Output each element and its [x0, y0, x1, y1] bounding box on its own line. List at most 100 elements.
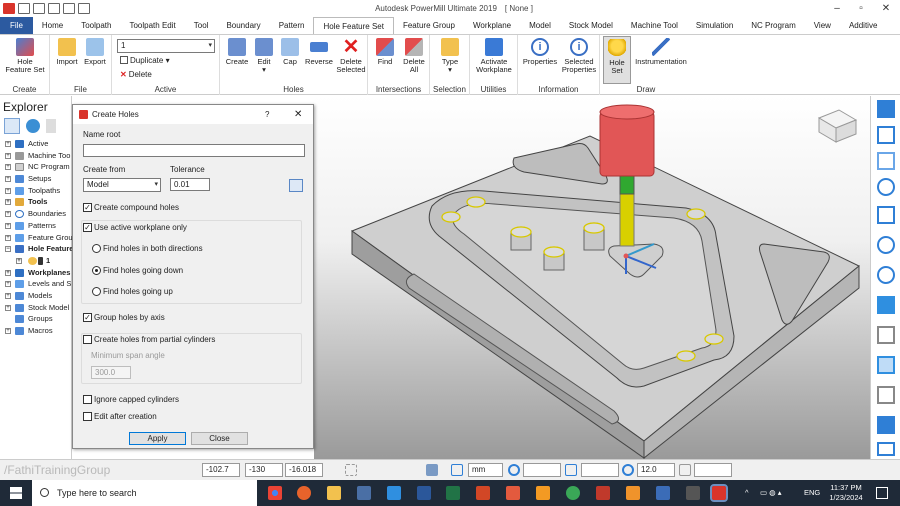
tree-item-workplanes[interactable]: + Workplanes	[0, 267, 71, 279]
notifications-icon[interactable]	[876, 487, 888, 499]
part-model-svg[interactable]	[314, 96, 870, 460]
select-icon[interactable]	[877, 416, 895, 434]
expand-icon[interactable]: +	[5, 281, 11, 288]
hole-set-draw-button[interactable]: Hole Set	[603, 36, 631, 84]
draw-lines-icon[interactable]	[877, 386, 895, 404]
tab-additive[interactable]: Additive	[840, 17, 886, 34]
tray-chevron-icon[interactable]: ^	[745, 480, 749, 506]
translucent-view-icon[interactable]	[877, 356, 895, 374]
z-coordinate-field[interactable]: -16.018	[285, 463, 323, 477]
snap-icon[interactable]	[345, 464, 357, 476]
document-icon[interactable]	[46, 119, 56, 133]
tab-feature-group[interactable]: Feature Group	[394, 17, 464, 34]
create-holes-button[interactable]: Create	[224, 38, 250, 66]
tab-machine-tool[interactable]: Machine Tool	[622, 17, 687, 34]
app-icon-7[interactable]	[656, 486, 670, 500]
delete-all-intersections-button[interactable]: Delete All	[400, 38, 428, 74]
create-compound-checkbox[interactable]: ✓	[83, 203, 92, 212]
view-from-top-icon[interactable]	[877, 100, 895, 118]
find-intersections-button[interactable]: Find	[372, 38, 398, 66]
expand-icon[interactable]: +	[5, 199, 11, 206]
file-explorer-icon[interactable]	[327, 486, 341, 500]
min-span-input[interactable]: 300.0	[91, 366, 131, 379]
tree-item-machine-tool[interactable]: + Machine Too	[0, 150, 71, 162]
edit-after-checkbox[interactable]	[83, 412, 92, 421]
apply-button[interactable]: Apply	[129, 432, 186, 445]
import-button[interactable]: Import	[54, 38, 80, 66]
group-by-axis-checkbox[interactable]: ✓	[83, 313, 92, 322]
tab-boundary[interactable]: Boundary	[217, 17, 269, 34]
create-from-select[interactable]: Model ▾	[83, 178, 161, 192]
x-coordinate-field[interactable]: -102.7	[202, 463, 240, 477]
tab-simulation[interactable]: Simulation	[687, 17, 742, 34]
firefox-icon[interactable]	[297, 486, 311, 500]
tree-item-setups[interactable]: + Setups	[0, 173, 71, 185]
radio-going-down[interactable]	[92, 266, 101, 275]
expand-icon[interactable]: +	[5, 234, 11, 241]
zoom-in-icon[interactable]	[877, 236, 895, 254]
instrumentation-button[interactable]: Instrumentation	[634, 38, 688, 66]
tree-item-levels[interactable]: + Levels and S	[0, 278, 71, 290]
chrome-icon[interactable]	[268, 486, 282, 500]
close-window-icon[interactable]: ✕	[875, 0, 897, 17]
tray-icons[interactable]: ▭ ◍ ▴	[760, 480, 800, 506]
calculator-icon[interactable]	[426, 464, 438, 476]
grid-icon[interactable]	[451, 464, 463, 476]
expand-icon[interactable]: +	[5, 292, 11, 299]
settings-gear-icon[interactable]	[289, 179, 303, 192]
tree-item-stock-models[interactable]: + Stock Model	[0, 302, 71, 314]
expand-icon[interactable]: +	[5, 187, 11, 194]
expand-icon[interactable]: +	[5, 269, 11, 276]
tree-item-feature-groups[interactable]: + Feature Grou	[0, 232, 73, 244]
tab-hole-feature-set[interactable]: Hole Feature Set	[313, 17, 394, 34]
tree-item-patterns[interactable]: + Patterns	[0, 220, 71, 232]
expand-icon[interactable]: +	[5, 328, 11, 334]
activate-workplane-button[interactable]: Activate Workplane	[473, 38, 515, 74]
close-dialog-icon[interactable]: ✕	[294, 105, 302, 124]
shaded-view-icon[interactable]	[877, 296, 895, 314]
minimize-icon[interactable]: –	[826, 0, 848, 17]
expand-icon[interactable]: +	[5, 152, 11, 159]
radio-going-up[interactable]	[92, 287, 101, 296]
expand-icon[interactable]: +	[5, 141, 11, 147]
crosshair-icon[interactable]	[508, 464, 520, 476]
tab-toolpath-edit[interactable]: Toolpath Edit	[120, 17, 184, 34]
duplicate-button[interactable]: Duplicate ▾	[120, 56, 170, 65]
selected-properties-button[interactable]: i Selected Properties	[560, 38, 598, 74]
powermill-taskbar-icon[interactable]	[710, 484, 728, 502]
name-root-input[interactable]	[83, 144, 305, 157]
refresh-view-icon[interactable]	[877, 206, 895, 224]
tree-item-groups[interactable]: Groups	[0, 313, 71, 325]
app-icon-6[interactable]	[626, 486, 640, 500]
globe-icon[interactable]	[26, 119, 40, 133]
expand-icon[interactable]: +	[5, 211, 11, 218]
reverse-button[interactable]: Reverse	[304, 38, 334, 66]
tab-home[interactable]: Home	[33, 17, 72, 34]
delete-selected-button[interactable]: ✕ Delete Selected	[336, 37, 366, 74]
pan-icon[interactable]	[877, 442, 895, 456]
tree-item-holeset-1[interactable]: +1	[0, 255, 71, 267]
excel-icon[interactable]	[446, 486, 460, 500]
app-icon-5[interactable]	[566, 486, 580, 500]
windows-start-icon[interactable]	[10, 487, 22, 499]
wireframe-view-icon[interactable]	[877, 326, 895, 344]
diameter-field[interactable]: 12.0	[637, 463, 675, 477]
word-icon[interactable]	[417, 486, 431, 500]
filezilla-icon[interactable]	[596, 486, 610, 500]
app-icon[interactable]	[357, 486, 371, 500]
type-selection-button[interactable]: Type ▾	[436, 38, 464, 74]
expand-icon[interactable]: +	[16, 257, 22, 264]
powerpoint-icon[interactable]	[476, 486, 490, 500]
tree-item-active[interactable]: + Active	[0, 138, 71, 150]
diameter-icon[interactable]	[622, 464, 634, 476]
expand-icon[interactable]: +	[5, 164, 11, 171]
maximize-icon[interactable]: ▫	[850, 0, 872, 17]
graphics-viewport[interactable]	[314, 96, 870, 460]
tree-item-models[interactable]: + Models	[0, 290, 71, 302]
zoom-out-icon[interactable]	[877, 266, 895, 284]
angle-field[interactable]	[581, 463, 619, 477]
properties-button[interactable]: i Properties	[521, 38, 559, 66]
tree-item-nc-program[interactable]: + NC Program	[0, 161, 71, 173]
tab-pattern[interactable]: Pattern	[270, 17, 314, 34]
angle-icon[interactable]	[565, 464, 577, 476]
